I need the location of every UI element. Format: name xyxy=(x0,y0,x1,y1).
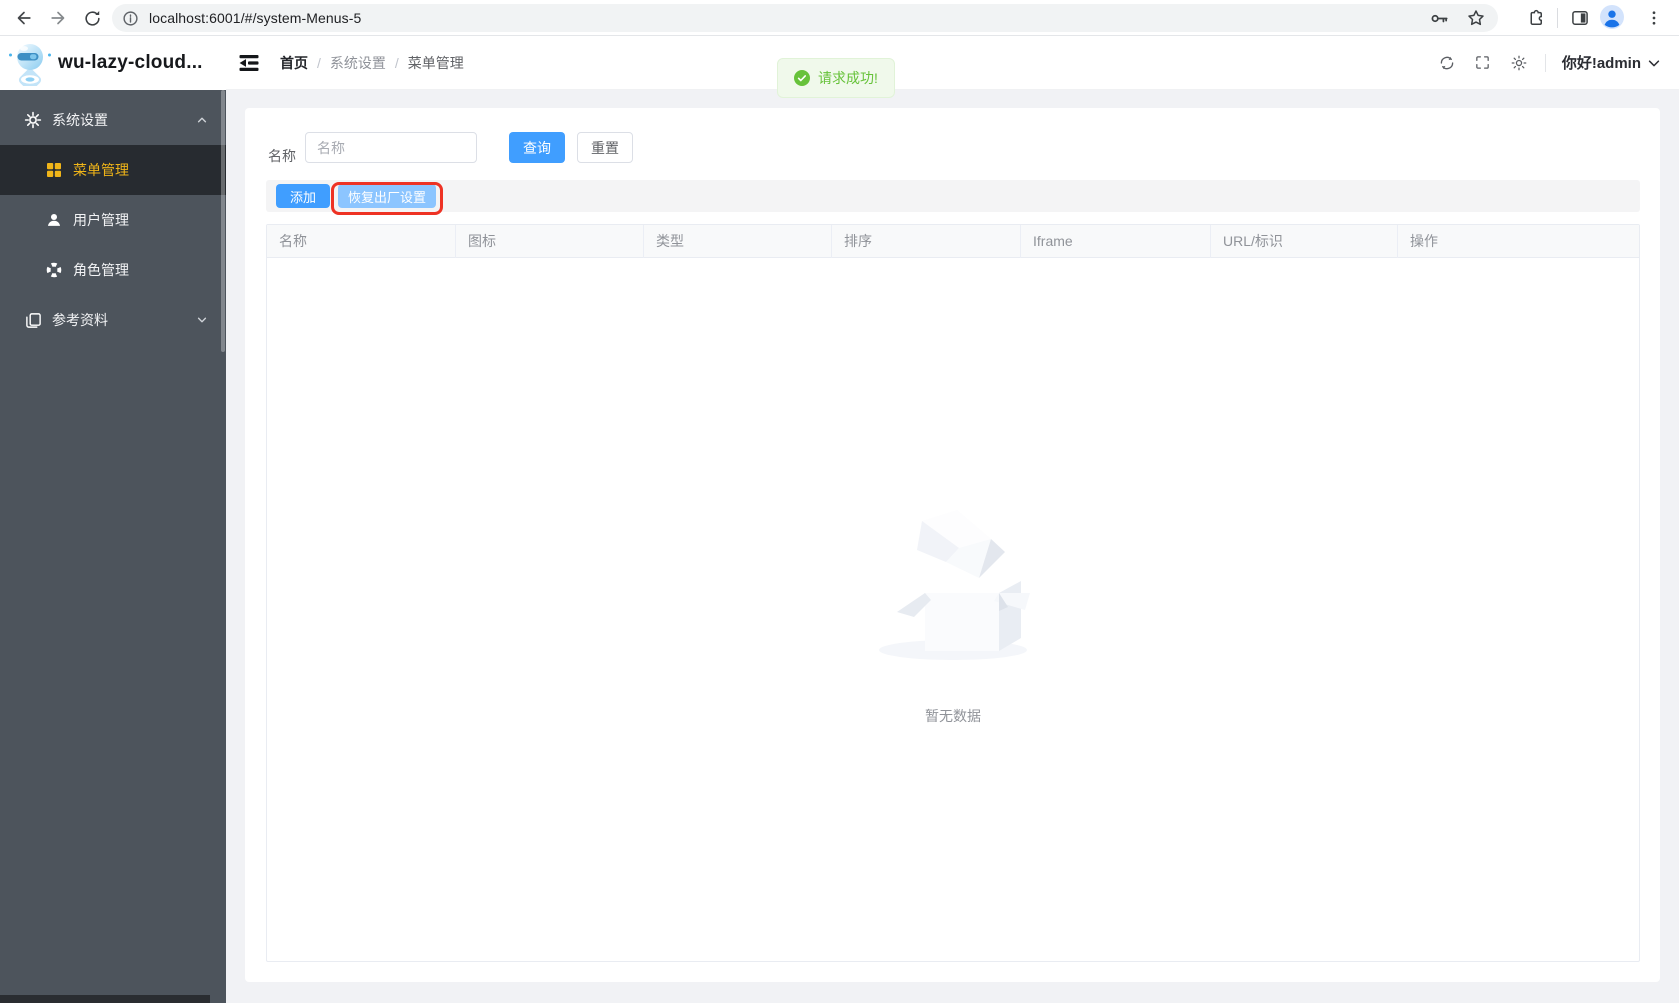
table-toolbar: 添加 恢复出厂设置 xyxy=(266,180,1640,212)
browser-menu-icon[interactable] xyxy=(1642,6,1666,30)
add-button[interactable]: 添加 xyxy=(276,184,330,208)
main-content: 名称 查询 重置 添加 恢复出厂设置 名称 图标 类型 排序 Iframe UR… xyxy=(226,90,1679,1003)
profile-avatar[interactable] xyxy=(1600,5,1624,29)
column-header-url: URL/标识 xyxy=(1211,225,1398,258)
chevron-down-icon xyxy=(1648,59,1660,66)
site-info-icon[interactable] xyxy=(122,10,139,27)
sidebar-item-label: 用户管理 xyxy=(73,212,129,228)
column-header-name: 名称 xyxy=(267,225,456,258)
column-header-icon: 图标 xyxy=(456,225,644,258)
app-logo xyxy=(8,40,52,86)
breadcrumb: 首页 / 系统设置 / 菜单管理 xyxy=(280,53,464,73)
menus-table: 名称 图标 类型 排序 Iframe URL/标识 操作 暂无数据 xyxy=(266,224,1640,962)
user-menu[interactable]: 你好!admin xyxy=(1562,52,1661,73)
success-check-icon xyxy=(794,70,810,86)
url-text[interactable]: localhost:6001/#/system-Menus-5 xyxy=(149,10,361,26)
sidebar-item-user-management[interactable]: 用户管理 xyxy=(0,195,226,245)
breadcrumb-home[interactable]: 首页 xyxy=(280,53,308,73)
bookmark-star-icon[interactable] xyxy=(1466,8,1486,28)
content-card: 名称 查询 重置 添加 恢复出厂设置 名称 图标 类型 排序 Iframe UR… xyxy=(245,108,1660,982)
grid-icon xyxy=(45,161,63,179)
sidebar-item-menu-management[interactable]: 菜单管理 xyxy=(0,145,226,195)
sidebar-scrollbar-thumb[interactable] xyxy=(221,90,225,352)
sidebar-item-label: 菜单管理 xyxy=(73,162,129,178)
search-field-label: 名称 xyxy=(268,148,296,164)
sidebar-item-label: 系统设置 xyxy=(52,112,108,128)
sidebar-item-label: 角色管理 xyxy=(73,262,129,278)
empty-box-illustration xyxy=(879,510,1030,660)
name-search-input[interactable] xyxy=(305,132,477,163)
column-header-iframe: Iframe xyxy=(1021,225,1211,258)
success-toast: 请求成功! xyxy=(777,58,895,98)
empty-text: 暂无数据 xyxy=(925,708,981,724)
sidebar: wu-lazy-cloud... 系统设置 菜单管理 用户管理 角色管理 参考资… xyxy=(0,36,226,1003)
column-header-type: 类型 xyxy=(644,225,832,258)
sidebar-item-reference-materials[interactable]: 参考资料 xyxy=(0,295,226,345)
wheel-icon xyxy=(45,261,63,279)
breadcrumb-separator: / xyxy=(317,54,321,71)
sidebar-item-label: 参考资料 xyxy=(52,312,108,328)
user-icon xyxy=(45,211,63,229)
chevron-down-icon xyxy=(196,314,208,326)
breadcrumb-separator: / xyxy=(394,54,399,71)
table-header-row: 名称 图标 类型 排序 Iframe URL/标识 操作 xyxy=(267,225,1639,258)
chevron-up-icon xyxy=(196,114,208,126)
column-header-sort: 排序 xyxy=(832,225,1021,258)
toast-message: 请求成功! xyxy=(818,70,878,86)
query-button[interactable]: 查询 xyxy=(509,132,565,163)
theme-sun-icon[interactable] xyxy=(1509,53,1529,73)
browser-toolbar: localhost:6001/#/system-Menus-5 xyxy=(0,0,1679,36)
password-key-icon[interactable] xyxy=(1429,8,1450,29)
side-panel-icon[interactable] xyxy=(1568,6,1592,30)
app-header: 首页 / 系统设置 / 菜单管理 你好!admin xyxy=(226,36,1679,90)
user-greeting: 你好!admin xyxy=(1561,55,1641,72)
reset-button[interactable]: 重置 xyxy=(577,132,633,163)
app-title: wu-lazy-cloud... xyxy=(58,52,203,73)
browser-back-icon[interactable] xyxy=(12,6,36,30)
sidebar-item-role-management[interactable]: 角色管理 xyxy=(0,245,226,295)
sidebar-bottom-bar xyxy=(0,995,210,1003)
copy-document-icon xyxy=(24,311,42,329)
breadcrumb-current: 菜单管理 xyxy=(407,54,464,71)
column-header-actions: 操作 xyxy=(1410,233,1438,249)
header-divider xyxy=(1544,53,1546,72)
app-logo-row: wu-lazy-cloud... xyxy=(0,36,226,90)
toolbar-divider xyxy=(1557,8,1558,28)
header-actions: 你好!admin xyxy=(1437,52,1679,73)
refresh-icon[interactable] xyxy=(1437,53,1457,73)
menu-fold-icon[interactable] xyxy=(236,50,262,76)
sidebar-menu: 系统设置 菜单管理 用户管理 角色管理 参考资料 xyxy=(0,90,226,1003)
extensions-icon[interactable] xyxy=(1523,6,1547,30)
screen: localhost:6001/#/system-Menus-5 wu-lazy-… xyxy=(0,0,1679,1003)
address-bar[interactable]: localhost:6001/#/system-Menus-5 xyxy=(112,4,1498,32)
sidebar-item-system-settings[interactable]: 系统设置 xyxy=(0,95,226,145)
factory-reset-button[interactable]: 恢复出厂设置 xyxy=(338,184,436,208)
table-body: 暂无数据 xyxy=(267,258,1639,961)
browser-forward-icon[interactable] xyxy=(46,6,70,30)
gear-icon xyxy=(24,111,42,129)
browser-reload-icon[interactable] xyxy=(80,6,104,30)
empty-state: 暂无数据 xyxy=(873,499,1033,726)
breadcrumb-system-settings[interactable]: 系统设置 xyxy=(330,53,386,73)
fullscreen-icon[interactable] xyxy=(1473,53,1493,73)
